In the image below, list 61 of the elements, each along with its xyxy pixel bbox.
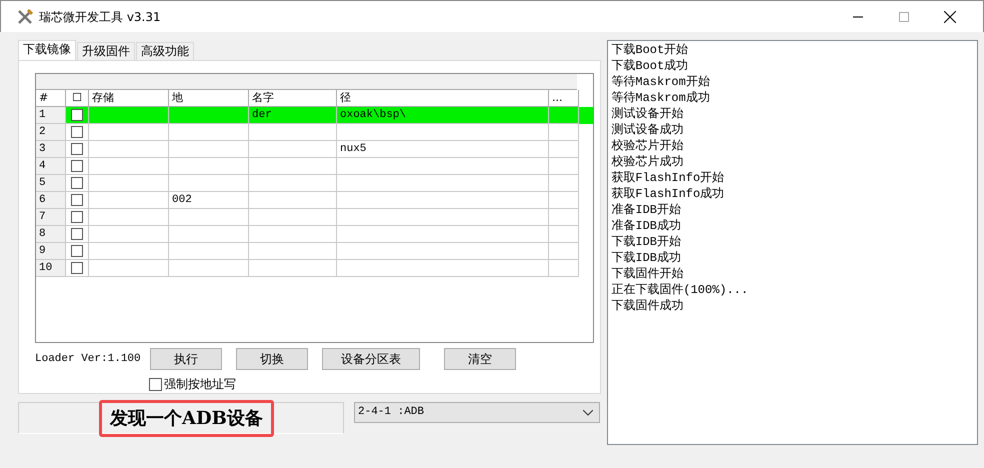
row-number: 6 — [36, 192, 66, 209]
row-number: 4 — [36, 158, 66, 175]
log-line: 下载固件成功 — [611, 298, 684, 314]
checkbox[interactable] — [71, 143, 83, 155]
row-number: 2 — [36, 124, 66, 141]
column-header[interactable]: 存储 — [89, 90, 169, 107]
checkbox[interactable] — [149, 378, 162, 390]
column-header[interactable]: ... — [549, 90, 579, 107]
log-line: 校验芯片开始 — [611, 138, 684, 154]
app-icon — [17, 8, 33, 24]
log-line: 测试设备开始 — [611, 106, 684, 122]
log-line: 校验芯片成功 — [611, 154, 684, 170]
close-icon — [944, 10, 956, 22]
log-line: 下载IDB成功 — [611, 250, 682, 266]
action-button[interactable]: 切换 — [236, 348, 308, 370]
log-line: 等待Maskrom成功 — [611, 90, 711, 106]
log-line: 下载IDB开始 — [611, 234, 682, 250]
status-text: 发现一个ADB设备 — [99, 400, 274, 436]
window-title: 瑞芯微开发工具 v3.31 — [39, 8, 161, 26]
log-line: 准备IDB开始 — [611, 202, 682, 218]
row-number: 8 — [36, 226, 66, 243]
device-dropdown[interactable]: 2-4-1 :ADB — [354, 402, 600, 423]
log-line: 下载Boot成功 — [611, 58, 690, 74]
log-line: 等待Maskrom开始 — [611, 74, 711, 90]
log-line: 下载Boot开始 — [611, 42, 690, 58]
log-line: 下载固件开始 — [611, 266, 684, 282]
checkbox[interactable] — [71, 211, 83, 223]
checkbox[interactable] — [71, 262, 83, 274]
loader-version: Loader Ver:1.100 — [35, 352, 142, 367]
action-button[interactable]: 清空 — [444, 348, 516, 370]
column-header[interactable]: 地 — [169, 90, 249, 107]
checkbox[interactable] — [71, 126, 83, 138]
column-header[interactable]: # — [36, 90, 66, 107]
action-button[interactable]: 执行 — [150, 348, 222, 370]
row-number: 10 — [36, 260, 66, 277]
checkbox-label[interactable]: 强制按地址写 — [164, 375, 236, 393]
tab[interactable]: 高级功能 — [136, 42, 194, 60]
column-header[interactable]: ☐ — [66, 90, 89, 107]
checkbox[interactable] — [71, 245, 83, 257]
checkbox[interactable] — [71, 194, 83, 206]
column-header[interactable]: 径 — [337, 90, 549, 107]
tab[interactable]: 升级固件 — [77, 42, 135, 60]
row-number: 9 — [36, 243, 66, 260]
tab[interactable]: 下载镜像 — [18, 40, 76, 60]
log-line: 准备IDB成功 — [611, 218, 682, 234]
table-row[interactable]: 1 der oxoak\bsp\ — [36, 107, 594, 124]
action-button[interactable]: 设备分区表 — [322, 348, 420, 370]
maximize-icon — [899, 12, 909, 22]
row-number: 5 — [36, 175, 66, 192]
row-number: 7 — [36, 209, 66, 226]
log-line: 正在下载固件(100%)... — [611, 282, 750, 298]
log-line: 获取FlashInfo开始 — [611, 170, 726, 186]
log-line: 测试设备成功 — [611, 122, 684, 138]
checkbox[interactable] — [71, 228, 83, 240]
checkbox[interactable] — [71, 177, 83, 189]
checkbox[interactable] — [71, 160, 83, 172]
checkbox[interactable] — [71, 109, 83, 121]
row-number: 1 — [36, 107, 66, 124]
log-line: 获取FlashInfo成功 — [611, 186, 726, 202]
column-header[interactable]: 名字 — [249, 90, 337, 107]
row-number: 3 — [36, 141, 66, 158]
